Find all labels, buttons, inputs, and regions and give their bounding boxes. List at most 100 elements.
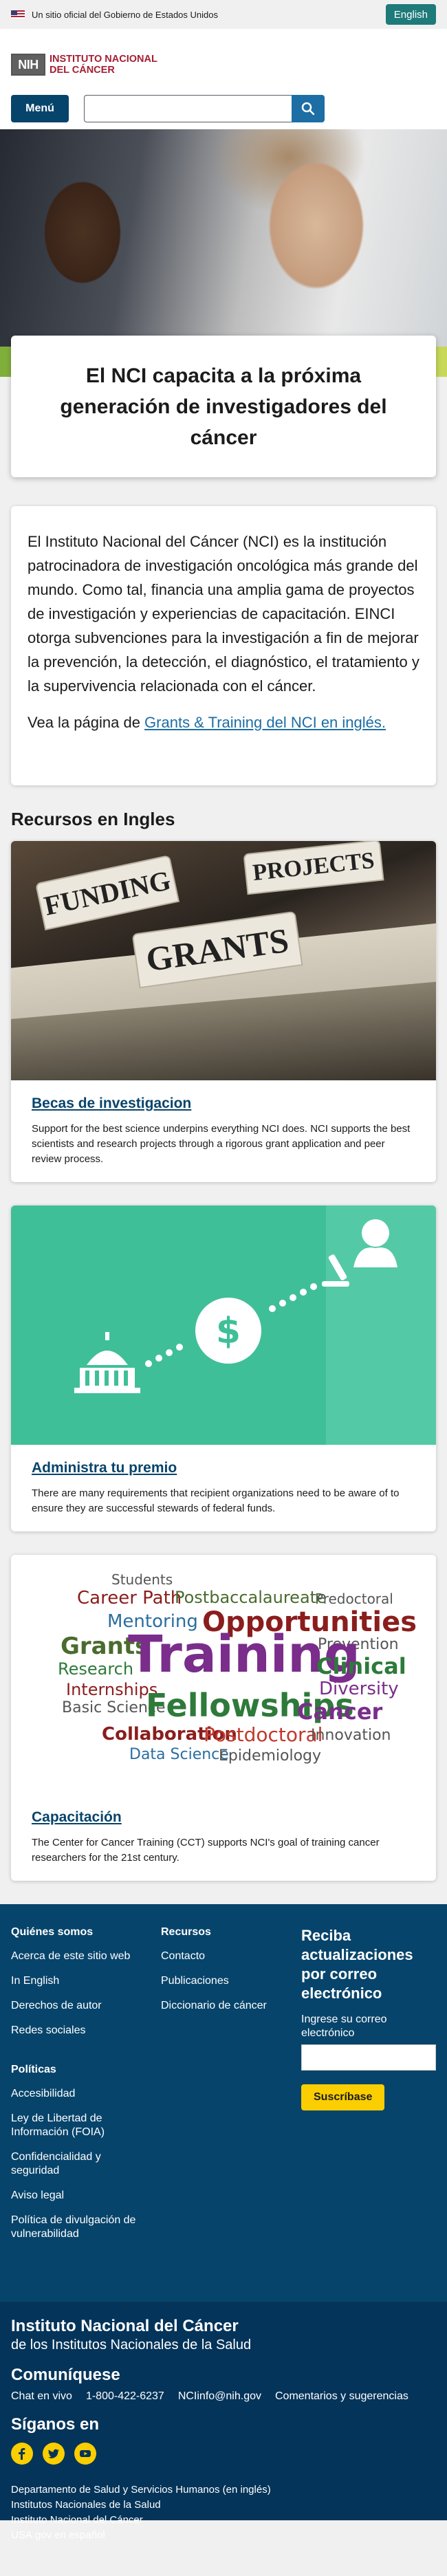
footer-link[interactable]: Acerca de este sitio web (11, 1950, 149, 1963)
intro-link-row: Vea la página de Grants & Training del N… (28, 710, 419, 734)
grants-card-link[interactable]: Becas de investigacion (32, 1095, 191, 1111)
funding-tab: FUNDING (34, 854, 180, 931)
intro-link-prefix: Vea la página de (28, 714, 145, 731)
footer-heading-policies: Políticas (11, 2064, 56, 2075)
intro-card: El Instituto Nacional del Cáncer (NCI) e… (11, 506, 436, 785)
footer-link[interactable]: Publicaciones (161, 1974, 285, 1988)
footer-link[interactable]: Redes sociales (11, 2024, 149, 2038)
gov-banner-text: Un sitio oficial del Gobierno de Estados… (32, 9, 218, 20)
dollar-coin-icon: $ (195, 1298, 261, 1364)
cloud-word: Postdoctoral (204, 1723, 323, 1746)
resource-card-grants: FUNDING PROJECTS GRANTS Becas de investi… (11, 841, 436, 1182)
facebook-icon[interactable] (11, 2443, 33, 2465)
logo-line-1: Instituto Nacional (50, 54, 157, 65)
footer-link[interactable]: In English (11, 1974, 149, 1988)
site-header: NIH Instituto Nacional del Cáncer Menú (0, 29, 447, 129)
phone-link[interactable]: 1-800-422-6237 (86, 2390, 164, 2403)
english-language-button[interactable]: English (385, 4, 436, 25)
footer-link[interactable]: Ley de Libertad de Información (FOIA) (11, 2112, 149, 2139)
footer-link[interactable]: Política de divulgación de vulnerabilida… (11, 2214, 149, 2241)
newsletter-signup: Reciba actualizaciones por correo electr… (301, 1926, 436, 2110)
card-body: Administra tu premio There are many requ… (11, 1445, 436, 1531)
newsletter-label: Ingrese su correo electrónico (301, 2013, 387, 2039)
footer-heading-about: Quiénes somos (11, 1926, 94, 1938)
subscribe-button[interactable]: Suscríbase (301, 2084, 385, 2110)
social-icons (11, 2443, 436, 2465)
resources-section-title: Recursos en Ingles (11, 809, 175, 829)
contact-heading: Comuníquese (11, 2366, 120, 2384)
card-body: Becas de investigacion Support for the b… (11, 1080, 436, 1182)
footer-top: Quiénes somos Acerca de este sitio web I… (0, 1904, 447, 2302)
email-link[interactable]: NCIinfo@nih.gov (178, 2390, 261, 2403)
training-word-cloud[interactable]: Students Career Path Postbaccalaureate P… (11, 1555, 436, 1794)
menu-button[interactable]: Menú (11, 95, 69, 122)
us-flag-icon (11, 10, 25, 19)
award-flow-graphic: $ (74, 1219, 397, 1393)
scientist-microscope-icon (322, 1219, 397, 1287)
capitol-icon (74, 1332, 140, 1393)
award-card-desc: There are many requirements that recipie… (32, 1487, 400, 1514)
footer-link[interactable]: Contacto (161, 1950, 285, 1963)
nih-link[interactable]: Institutos Nacionales de la Salud (11, 2498, 436, 2513)
social-heading: Síganos en (11, 2415, 100, 2434)
cloud-word: Innovation (311, 1727, 391, 1744)
resource-card-award: $ Administra tu premio There are many re… (11, 1205, 436, 1531)
feedback-link[interactable]: Comentarios y sugerencias (275, 2390, 408, 2403)
training-card-desc: The Center for Cancer Training (CCT) sup… (32, 1837, 380, 1864)
svg-text:$: $ (216, 1311, 241, 1352)
search-icon (301, 102, 315, 116)
youtube-icon[interactable] (74, 2443, 96, 2465)
search-form (84, 95, 325, 122)
grants-folders-image[interactable]: FUNDING PROJECTS GRANTS (11, 841, 436, 1080)
nav-row: Menú (11, 95, 436, 122)
award-card-link[interactable]: Administra tu premio (32, 1460, 177, 1476)
footer-bottom-links: Departamento de Salud y Servicios Humano… (11, 2482, 436, 2543)
resource-card-training: Students Career Path Postbaccalaureate P… (11, 1555, 436, 1881)
page-title: El NCI capacita a la próxima generación … (60, 364, 387, 449)
cloud-word: Research (58, 1659, 134, 1679)
footer-heading-resources: Recursos (161, 1926, 211, 1938)
footer-link[interactable]: Diccionario de cáncer (161, 1999, 285, 2013)
cloud-word: Internships (66, 1680, 158, 1699)
hero: El NCI capacita a la próxima generación … (0, 129, 447, 487)
footer-org-title: Instituto Nacional del Cáncer (11, 2317, 239, 2335)
hhs-link[interactable]: Departamento de Salud y Servicios Humano… (11, 2482, 436, 2498)
cloud-word: Students (111, 1571, 173, 1588)
nci-logo[interactable]: NIH Instituto Nacional del Cáncer (11, 54, 436, 76)
cloud-word: Cancer (297, 1699, 383, 1725)
cloud-word: Predoctoral (315, 1591, 393, 1607)
newsletter-title: Reciba actualizaciones por correo electr… (301, 1927, 413, 2002)
hero-card: El NCI capacita a la próxima generación … (11, 336, 436, 477)
award-illustration[interactable]: $ (11, 1205, 436, 1445)
search-button[interactable] (292, 95, 325, 122)
logo-line-2: del Cáncer (50, 65, 115, 76)
grants-training-link[interactable]: Grants & Training del NCI en inglés. (144, 714, 386, 731)
footer-link[interactable]: Accesibilidad (11, 2087, 149, 2101)
contact-links: Chat en vivo 1-800-422-6237 NCIinfo@nih.… (11, 2390, 436, 2403)
grants-card-desc: Support for the best science underpins e… (32, 1123, 411, 1165)
nih-badge: NIH (11, 54, 45, 76)
logo-text: Instituto Nacional del Cáncer (50, 54, 157, 76)
footer-org-subtitle: de los Institutos Nacionales de la Salud (11, 2337, 252, 2353)
training-card-link[interactable]: Capacitación (32, 1809, 122, 1825)
nci-link[interactable]: Instituto Nacional del Cáncer (11, 2513, 436, 2528)
footer-link[interactable]: Derechos de autor (11, 1999, 149, 2013)
cloud-word: Postbaccalaureate (175, 1588, 327, 1607)
twitter-icon[interactable] (43, 2443, 65, 2465)
live-chat-link[interactable]: Chat en vivo (11, 2390, 72, 2403)
cloud-word: Epidemiology (219, 1747, 322, 1765)
footer-col-about: Quiénes somos Acerca de este sitio web I… (11, 1926, 149, 2252)
search-input[interactable] (84, 95, 292, 122)
card-body: Capacitación The Center for Cancer Train… (11, 1794, 436, 1881)
gov-banner: Un sitio oficial del Gobierno de Estados… (0, 0, 447, 29)
cloud-word: Data Science (129, 1746, 229, 1763)
cloud-word: Career Path (77, 1588, 182, 1608)
footer-link[interactable]: Aviso legal (11, 2189, 149, 2203)
footer-bottom: Instituto Nacional del Cáncer de los Ins… (0, 2302, 447, 2541)
footer-link[interactable]: Confidencialidad y seguridad (11, 2150, 149, 2178)
footer-col-resources: Recursos Contacto Publicaciones Dicciona… (161, 1926, 285, 2024)
email-field[interactable] (301, 2044, 436, 2071)
projects-tab: PROJECTS (243, 841, 384, 895)
usagov-link[interactable]: USA.gov en español (11, 2528, 436, 2543)
intro-text: El Instituto Nacional del Cáncer (NCI) e… (28, 533, 419, 695)
